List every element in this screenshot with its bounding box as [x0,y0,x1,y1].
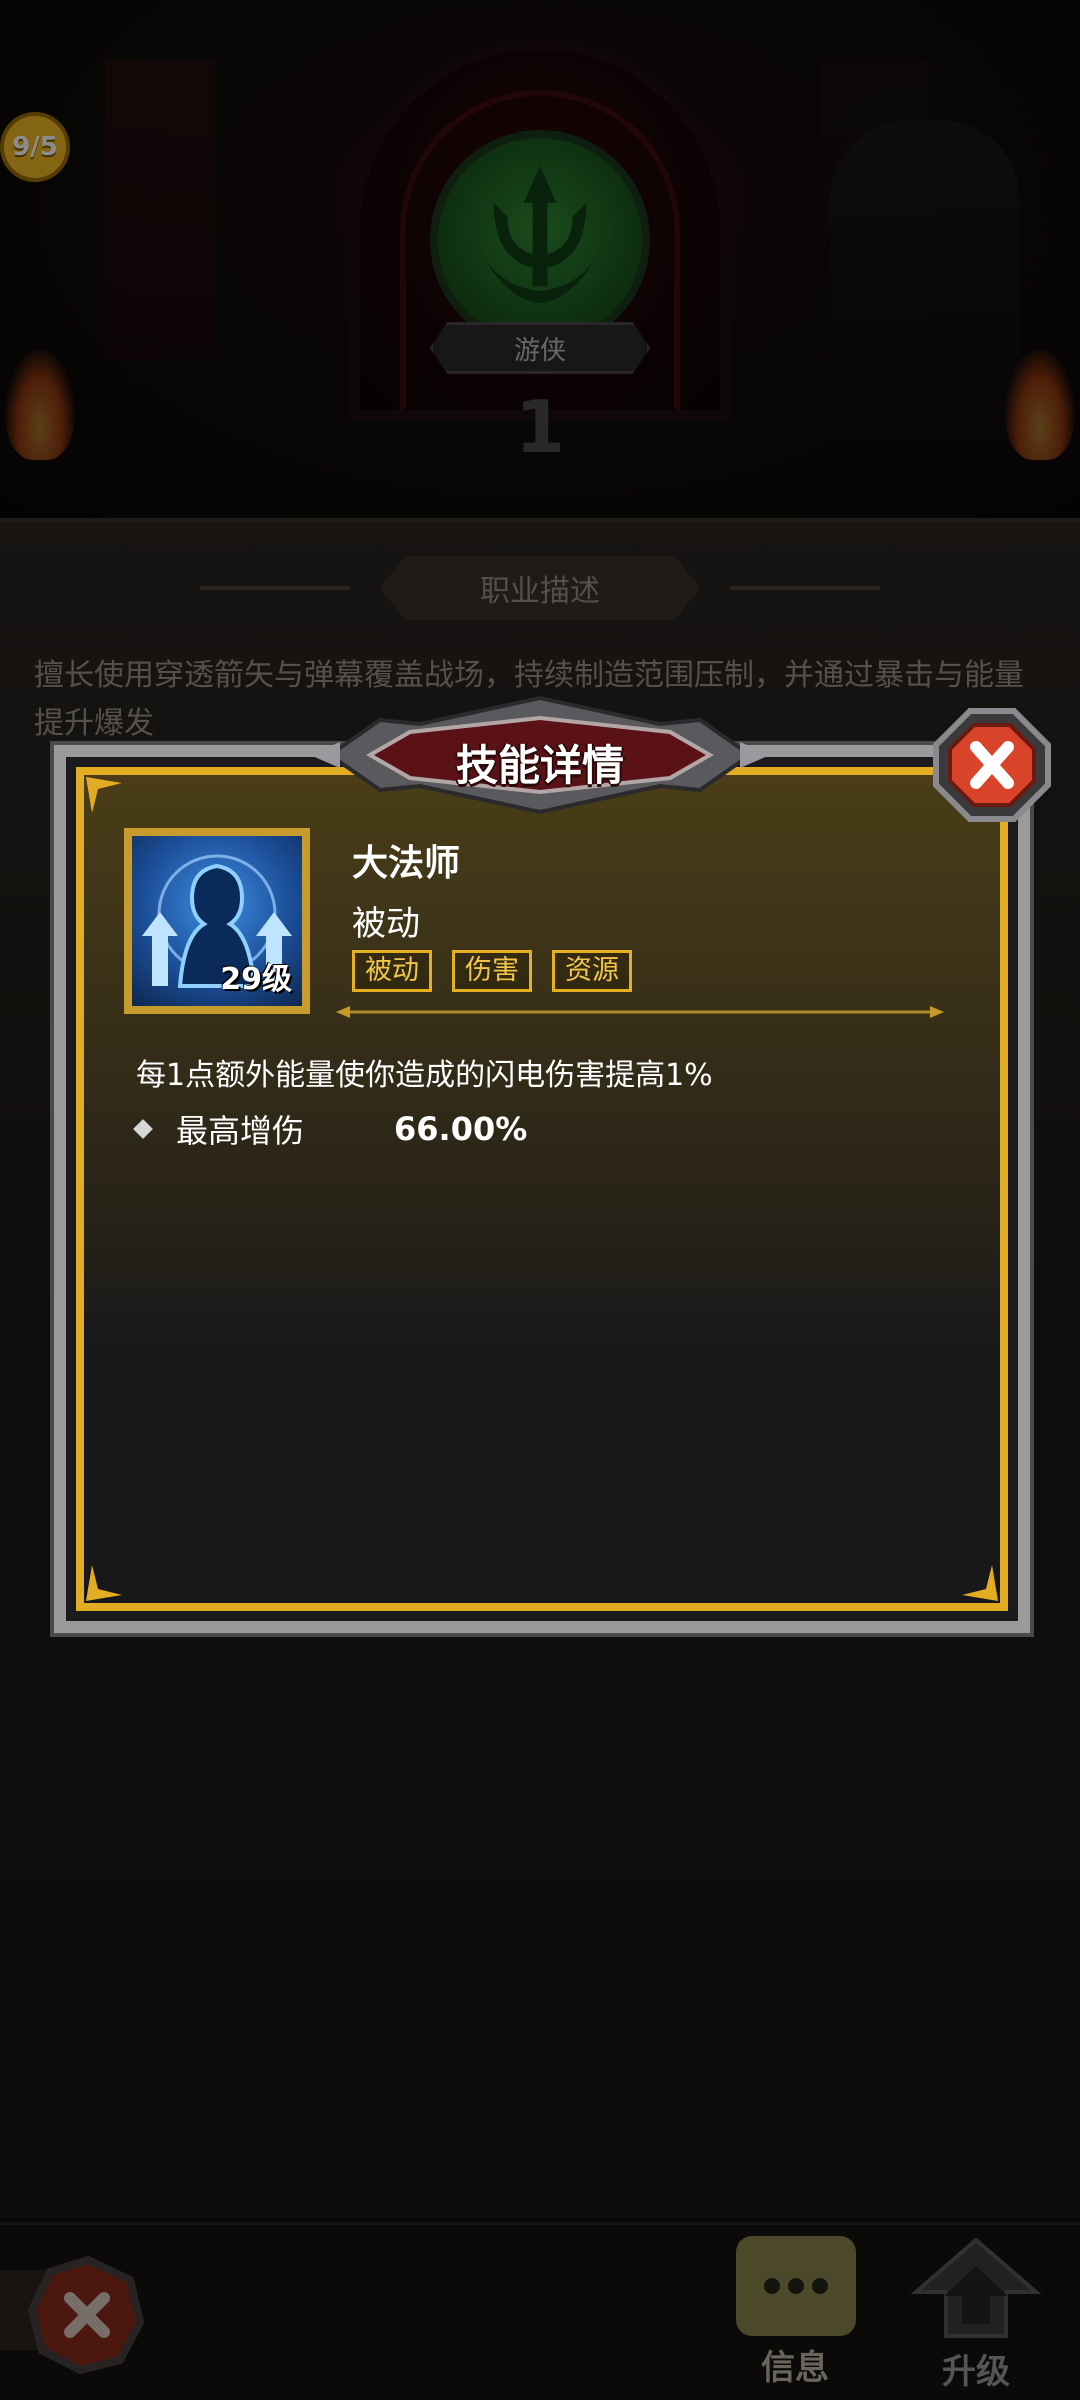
corner-ornament-icon [86,777,122,813]
corner-ornament-icon [86,1565,122,1601]
dialog-title-frame: 技能详情 [310,690,770,820]
stat-value: 66.00% [394,1110,528,1148]
skill-type: 被动 [352,904,420,944]
skill-effect: 每1点额外能量使你造成的闪电伤害提高1% [136,1058,713,1093]
skill-tags: 被动 伤害 资源 [352,950,632,992]
close-button[interactable] [930,705,1054,825]
stat-row: 最高增伤 66.00% [133,1106,528,1152]
skill-tag: 被动 [352,950,432,992]
dialog-title: 技能详情 [455,741,624,790]
corner-ornament-icon [962,1565,998,1601]
skill-icon: 29级 [124,828,310,1014]
diamond-bullet-icon [133,1119,153,1139]
skill-name: 大法师 [352,843,461,884]
arrow-divider-icon [336,1006,944,1018]
skill-level: 29级 [220,962,292,997]
stat-label: 最高增伤 [176,1112,305,1150]
skill-tag: 伤害 [452,950,532,992]
skill-tag: 资源 [552,950,632,992]
